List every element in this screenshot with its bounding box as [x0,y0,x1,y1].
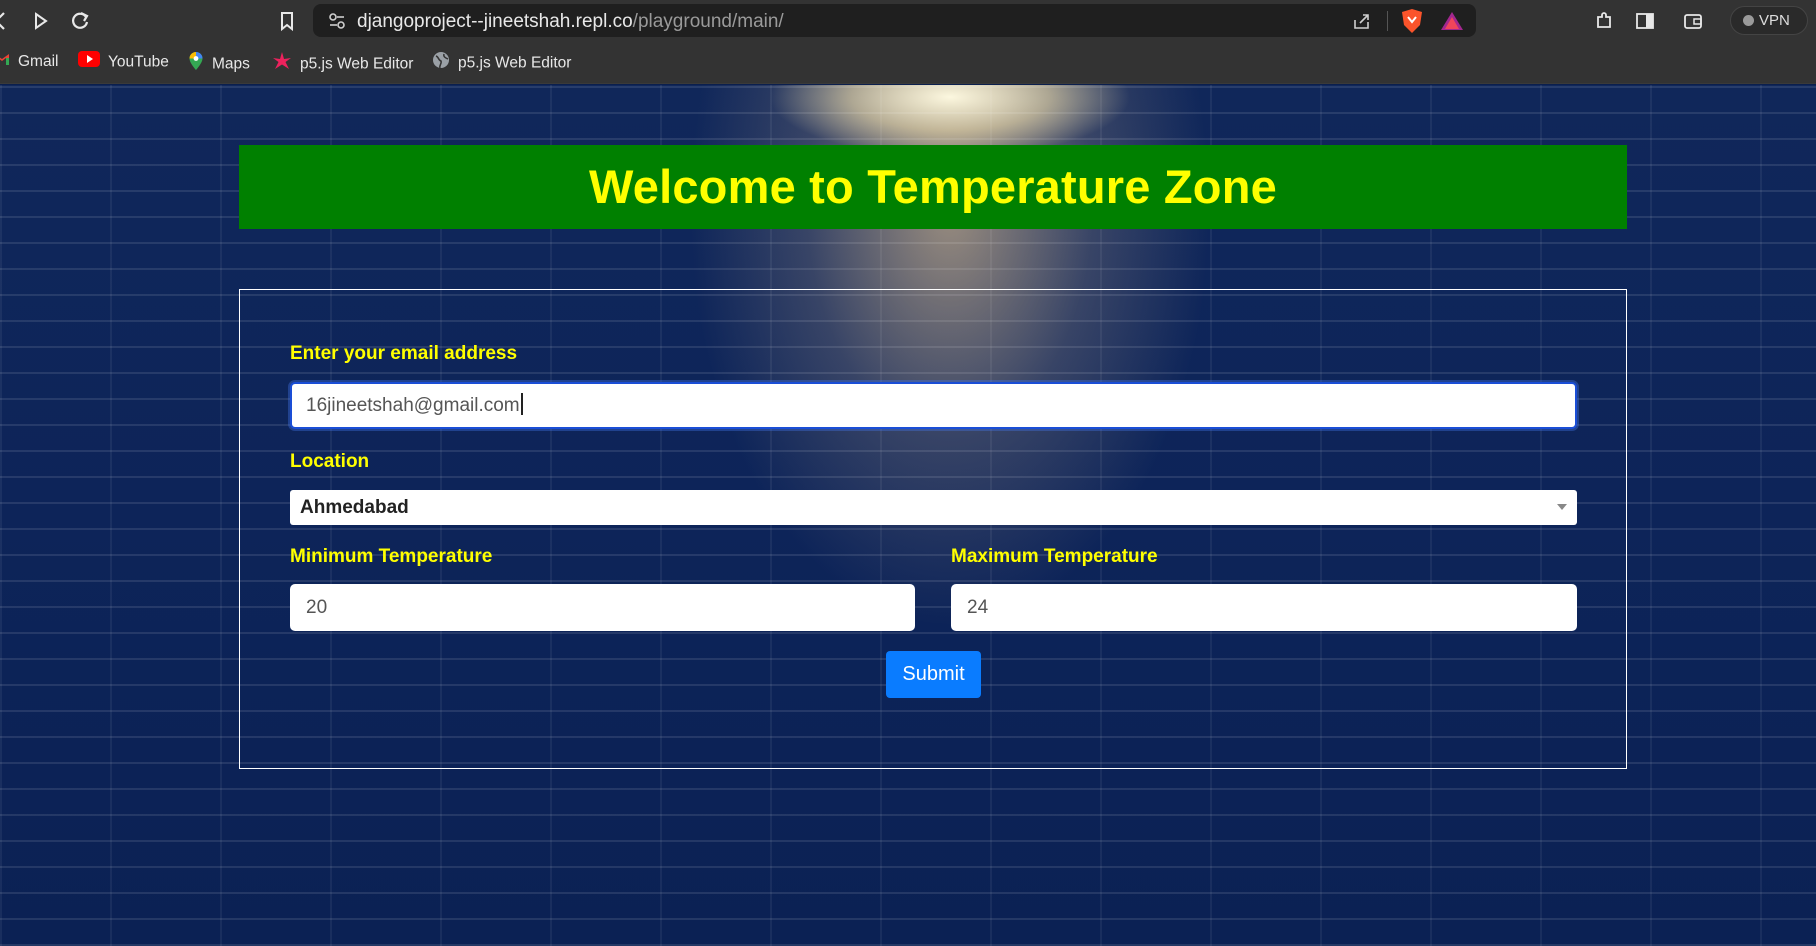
max-temp-value: 24 [967,597,989,618]
browser-toolbar: djangoproject--jineetshah.repl.co/playgr… [0,0,1816,41]
bookmark-label: p5.js Web Editor [300,55,414,73]
sidebar-icon[interactable] [1631,7,1659,35]
maps-icon [188,51,204,78]
site-settings-icon[interactable] [327,11,347,36]
bookmark-page-icon[interactable] [273,7,301,35]
gmail-icon [0,51,10,73]
bookmarks-bar: Gmail YouTube Maps p5.js Web Editor p5.j… [0,41,1816,84]
max-temp-label: Maximum Temperature [951,546,1158,567]
back-icon[interactable] [0,7,14,35]
min-temp-value: 20 [306,597,328,618]
bookmark-label: YouTube [108,53,169,71]
vpn-status-icon [1743,15,1754,26]
text-cursor [520,393,523,415]
min-temp-label: Minimum Temperature [290,546,493,567]
bookmark-maps[interactable]: Maps [188,51,250,73]
email-value: 16jineetshah@gmail.com [306,395,520,416]
url-path: /playground/main/ [632,11,784,32]
url-text: djangoproject--jineetshah.repl.co/playgr… [357,11,784,33]
location-value: Ahmedabad [300,497,409,518]
page-body: Welcome to Temperature Zone Enter your e… [0,85,1816,946]
bookmark-p5js-2[interactable]: p5.js Web Editor [432,51,571,73]
max-temp-input[interactable]: 24 [951,584,1577,631]
vpn-label: VPN [1759,12,1790,29]
bookmark-p5js-1[interactable]: p5.js Web Editor [272,51,413,73]
brave-rewards-icon[interactable] [1440,10,1464,37]
reload-icon[interactable] [66,7,94,35]
email-label: Enter your email address [290,343,518,364]
share-icon[interactable] [1351,10,1373,37]
submit-button[interactable]: Submit [886,651,981,698]
bookmark-label: p5.js Web Editor [458,54,572,72]
extensions-icon[interactable] [1590,7,1618,35]
dropdown-arrow-icon [1557,504,1567,510]
globe-icon [432,51,450,76]
bookmark-label: Gmail [18,53,59,71]
address-bar[interactable]: djangoproject--jineetshah.repl.co/playgr… [313,4,1476,37]
header-banner: Welcome to Temperature Zone [239,145,1627,229]
wallet-icon[interactable] [1679,7,1707,35]
min-temp-input[interactable]: 20 [290,584,915,631]
temperature-form: Enter your email address 16jineetshah@gm… [239,289,1627,769]
url-host: djangoproject--jineetshah.repl.co [357,11,633,32]
brave-shields-icon[interactable] [1400,8,1424,39]
forward-icon[interactable] [26,7,54,35]
p5js-star-icon [272,51,292,78]
bookmark-youtube[interactable]: YouTube [78,51,169,73]
email-input[interactable]: 16jineetshah@gmail.com [290,382,1577,429]
bookmark-gmail[interactable]: Gmail [0,51,58,73]
youtube-icon [78,51,100,74]
location-label: Location [290,451,370,472]
vpn-button[interactable]: VPN [1730,6,1808,35]
bookmark-label: Maps [212,55,250,73]
address-divider [1387,11,1388,31]
location-select[interactable]: Ahmedabad [290,490,1577,525]
page-title: Welcome to Temperature Zone [589,160,1277,213]
